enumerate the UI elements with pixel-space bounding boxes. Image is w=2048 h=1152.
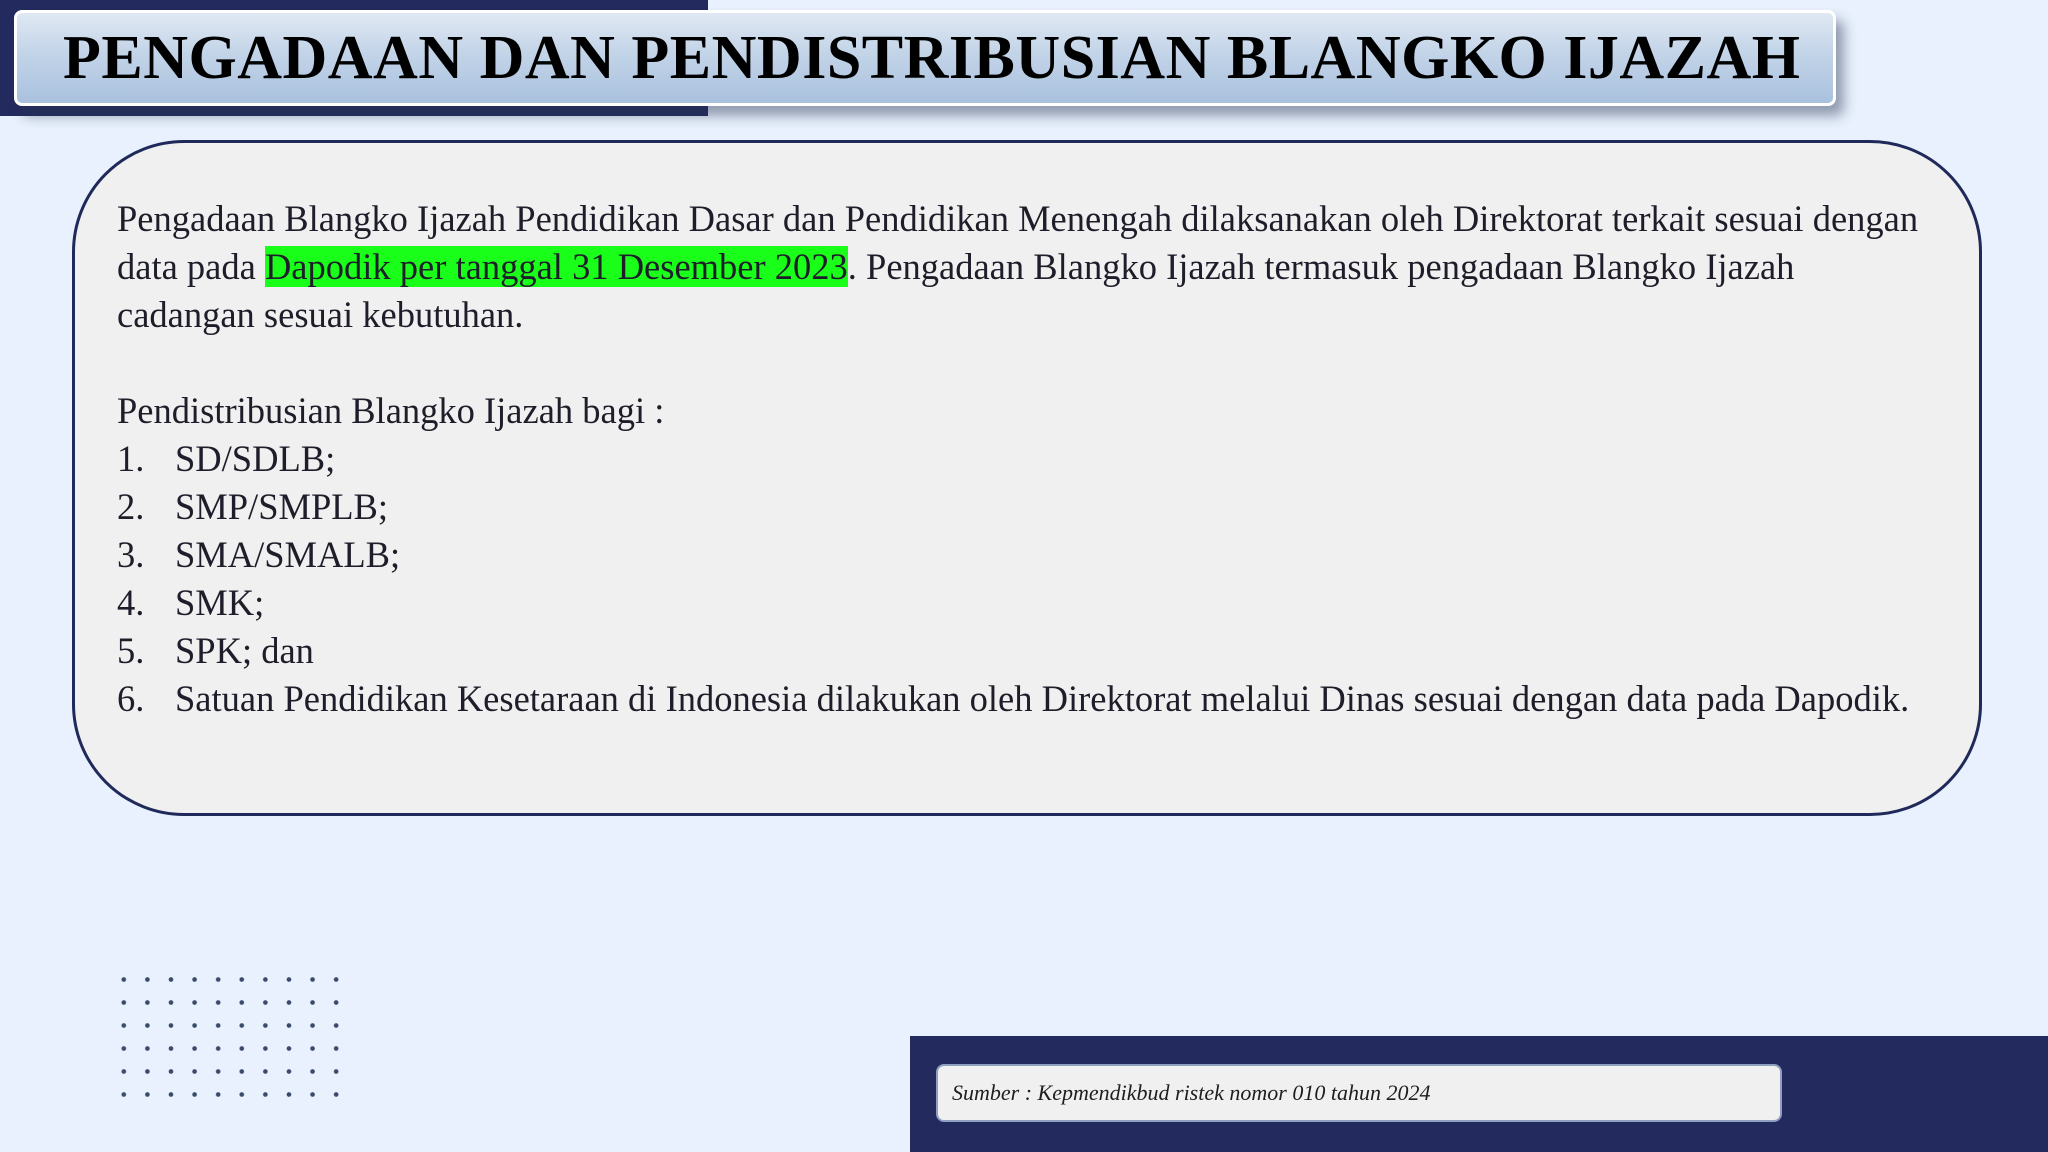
distribution-list: 1. SD/SDLB; 2. SMP/SMPLB; 3. SMA/SMALB; 4. S… [117, 435, 1935, 723]
list-item-number: 3. [117, 534, 145, 575]
highlighted-date-text: Dapodik per tanggal 31 Desember 2023 [264, 246, 848, 287]
content-body: Pengadaan Blangko Ijazah Pendidikan Dasa… [117, 195, 1935, 723]
decorative-dot-grid [112, 968, 348, 1106]
list-intro: Pendistribusian Blangko Ijazah bagi : [117, 390, 665, 431]
list-item: 6. Satuan Pendidikan Kesetaraan di Indone… [117, 675, 1935, 723]
content-panel: Pengadaan Blangko Ijazah Pendidikan Dasa… [72, 140, 1982, 816]
list-item: 1. SD/SDLB; [117, 435, 1935, 483]
list-item-number: 5. [117, 630, 145, 671]
list-item: 2. SMP/SMPLB; [117, 483, 1935, 531]
list-item-number: 1. [117, 438, 145, 479]
list-item-number: 6. [117, 678, 145, 719]
list-item-text: SPK; dan [175, 630, 314, 671]
list-item: 4. SMK; [117, 579, 1935, 627]
list-item-text: SMP/SMPLB; [175, 486, 389, 527]
list-item-text: Satuan Pendidikan Kesetaraan di Indonesi… [175, 678, 1910, 719]
source-citation: Sumber : Kepmendikbud ristek nomor 010 t… [952, 1080, 1431, 1105]
list-item: 3. SMA/SMALB; [117, 531, 1935, 579]
list-item-text: SMK; [175, 582, 265, 623]
source-citation-box: Sumber : Kepmendikbud ristek nomor 010 t… [936, 1064, 1782, 1122]
list-item-number: 4. [117, 582, 145, 623]
intro-paragraph: Pengadaan Blangko Ijazah Pendidikan Dasa… [117, 195, 1935, 339]
list-item-number: 2. [117, 486, 145, 527]
title-banner: PENGADAAN DAN PENDISTRIBUSIAN BLANGKO IJ… [14, 10, 1836, 106]
page-title: PENGADAAN DAN PENDISTRIBUSIAN BLANGKO IJ… [63, 23, 1801, 92]
list-item-text: SD/SDLB; [175, 438, 336, 479]
list-item-text: SMA/SMALB; [175, 534, 401, 575]
list-item: 5. SPK; dan [117, 627, 1935, 675]
